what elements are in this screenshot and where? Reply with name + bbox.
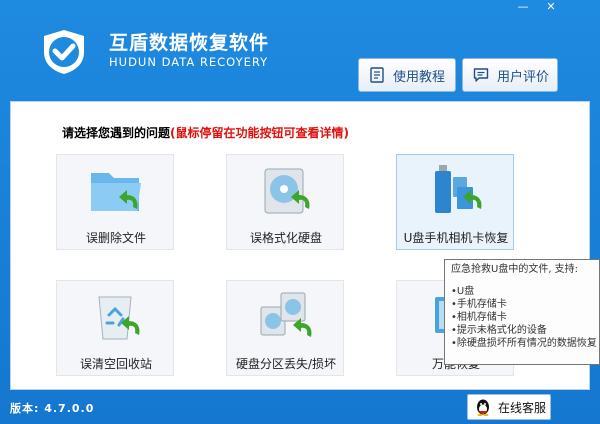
formatted-disk-label: 误格式化硬盘 (249, 231, 322, 245)
prompt-main: 请选择您遇到的问题 (62, 126, 171, 140)
partition-label: 硬盘分区丢失/损坏 (235, 357, 337, 371)
user-review-button[interactable]: 用户评价 (462, 58, 558, 92)
recycle-bin-label: 误清空回收站 (79, 357, 152, 371)
version-label: 版本: 4.7.0.0 (10, 402, 95, 415)
usb-card-label: U盘手机相机卡恢复 (403, 231, 509, 245)
app-logo-icon (44, 30, 84, 74)
tooltip-item: •手机存储卡 (451, 299, 507, 310)
minimize-button[interactable]: — (511, 0, 535, 16)
recycle-bin-tile[interactable]: 误清空回收站 (56, 280, 174, 376)
hard-drive-restore-icon (264, 168, 310, 214)
app-subtitle: HUDUN DATA RECOYERY (109, 55, 269, 69)
tooltip: 应急抢救U盘中的文件, 支持: •U盘 •手机存储卡 •相机存储卡 •提示未格式… (444, 259, 600, 365)
document-icon (370, 67, 384, 83)
deleted-files-tile[interactable]: 误删除文件 (56, 154, 174, 250)
tooltip-item: •U盘 (451, 286, 475, 297)
tutorial-button-label: 使用教程 (393, 69, 446, 85)
app-title: 互盾数据恢复软件 (109, 32, 270, 54)
online-support-button[interactable]: 在线客服 (467, 394, 551, 420)
usb-card-restore-icon (435, 165, 482, 213)
formatted-disk-tile[interactable]: 误格式化硬盘 (226, 154, 344, 250)
partition-restore-icon (260, 292, 312, 337)
prompt-text: 请选择您遇到的问题(鼠标停留在功能按钮可查看详情) (62, 124, 349, 141)
folder-restore-icon (91, 173, 141, 211)
recycle-bin-restore-icon (98, 296, 140, 340)
usb-card-tile[interactable]: U盘手机相机卡恢复 (396, 154, 514, 250)
partition-tile[interactable]: 硬盘分区丢失/损坏 (226, 280, 344, 376)
app-window: — ✕ 互盾数据恢复软件 HUDUN DATA RECOYERY 使用教程 用户… (0, 0, 600, 424)
tutorial-button[interactable]: 使用教程 (358, 58, 456, 92)
close-button[interactable]: ✕ (537, 0, 565, 16)
online-support-label: 在线客服 (498, 400, 547, 415)
tooltip-item: •相机存储卡 (451, 312, 507, 323)
qq-penguin-icon (477, 399, 489, 416)
deleted-files-label: 误删除文件 (85, 231, 146, 245)
tooltip-item: •提示未格式化的设备 (451, 325, 547, 336)
comment-icon (473, 68, 489, 82)
tooltip-item: •除硬盘损坏所有情况的数据恢复 (451, 338, 597, 349)
tooltip-heading: 应急抢救U盘中的文件, 支持: (451, 264, 579, 275)
prompt-hint: (鼠标停留在功能按钮可查看详情) (170, 126, 349, 140)
user-review-button-label: 用户评价 (497, 69, 550, 85)
